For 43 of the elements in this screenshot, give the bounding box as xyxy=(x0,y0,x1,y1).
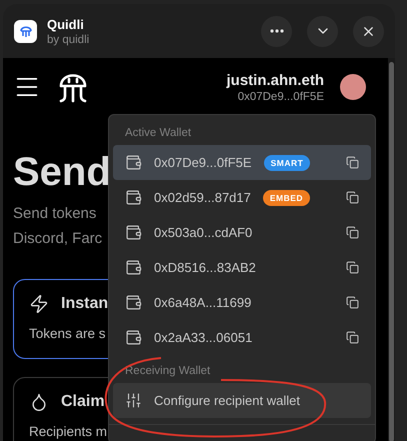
scrollbar-thumb[interactable] xyxy=(389,62,394,441)
section-label: Active Wallet xyxy=(124,126,192,141)
wallet-type-badge: SMART xyxy=(264,154,310,170)
copy-icon[interactable] xyxy=(346,156,359,169)
section-label: Receiving Wallet xyxy=(124,364,212,379)
wallet-icon xyxy=(125,329,142,346)
wallet-item[interactable]: 0xD8516...83AB2 xyxy=(113,250,371,285)
collapse-button[interactable] xyxy=(307,16,338,46)
app-title: Quidli xyxy=(47,16,85,32)
wallet-item[interactable]: 0x07De9...0fF5E SMART xyxy=(113,145,371,180)
copy-icon[interactable] xyxy=(346,261,359,274)
wallet-icon xyxy=(125,189,142,206)
app-icon xyxy=(14,20,37,42)
card-text: Recipients m xyxy=(29,424,108,439)
wallet-item[interactable]: 0x6a48A...11699 xyxy=(113,285,371,320)
card-title: Claim xyxy=(61,393,105,411)
account-address: 0x07De9...0fF5E xyxy=(238,90,324,102)
configure-wallet-item[interactable]: Configure recipient wallet xyxy=(113,383,371,418)
wallet-type-badge: EMBED xyxy=(262,190,310,206)
wallet-icon xyxy=(125,154,142,171)
more-icon xyxy=(270,29,284,33)
wallet-icon xyxy=(125,224,142,241)
sliders-icon xyxy=(125,392,142,409)
card-title: Instan xyxy=(61,295,108,313)
more-button[interactable] xyxy=(261,16,292,46)
avatar[interactable] xyxy=(340,74,366,100)
card-text: Tokens are s xyxy=(29,326,106,341)
wallet-item[interactable]: 0x503a0...cdAF0 xyxy=(113,215,371,250)
wallet-item[interactable]: 0x2aA33...06051 xyxy=(113,320,371,355)
copy-icon[interactable] xyxy=(346,331,359,344)
wallet-item[interactable]: 0x02d59...87d17 EMBED xyxy=(113,180,371,215)
copy-icon[interactable] xyxy=(346,296,359,309)
wallet-icon xyxy=(125,259,142,276)
close-button[interactable] xyxy=(353,16,384,46)
description-text: Send tokens xyxy=(13,204,96,224)
copy-icon[interactable] xyxy=(346,226,359,239)
description-text: Discord, Farc xyxy=(13,229,102,249)
lightning-icon xyxy=(29,294,49,314)
account-name: justin.ahn.eth xyxy=(226,72,324,88)
copy-icon[interactable] xyxy=(346,191,359,204)
page-heading: Send xyxy=(13,150,111,195)
wallet-icon xyxy=(125,294,142,311)
app-subtitle: by quidli xyxy=(47,34,90,46)
